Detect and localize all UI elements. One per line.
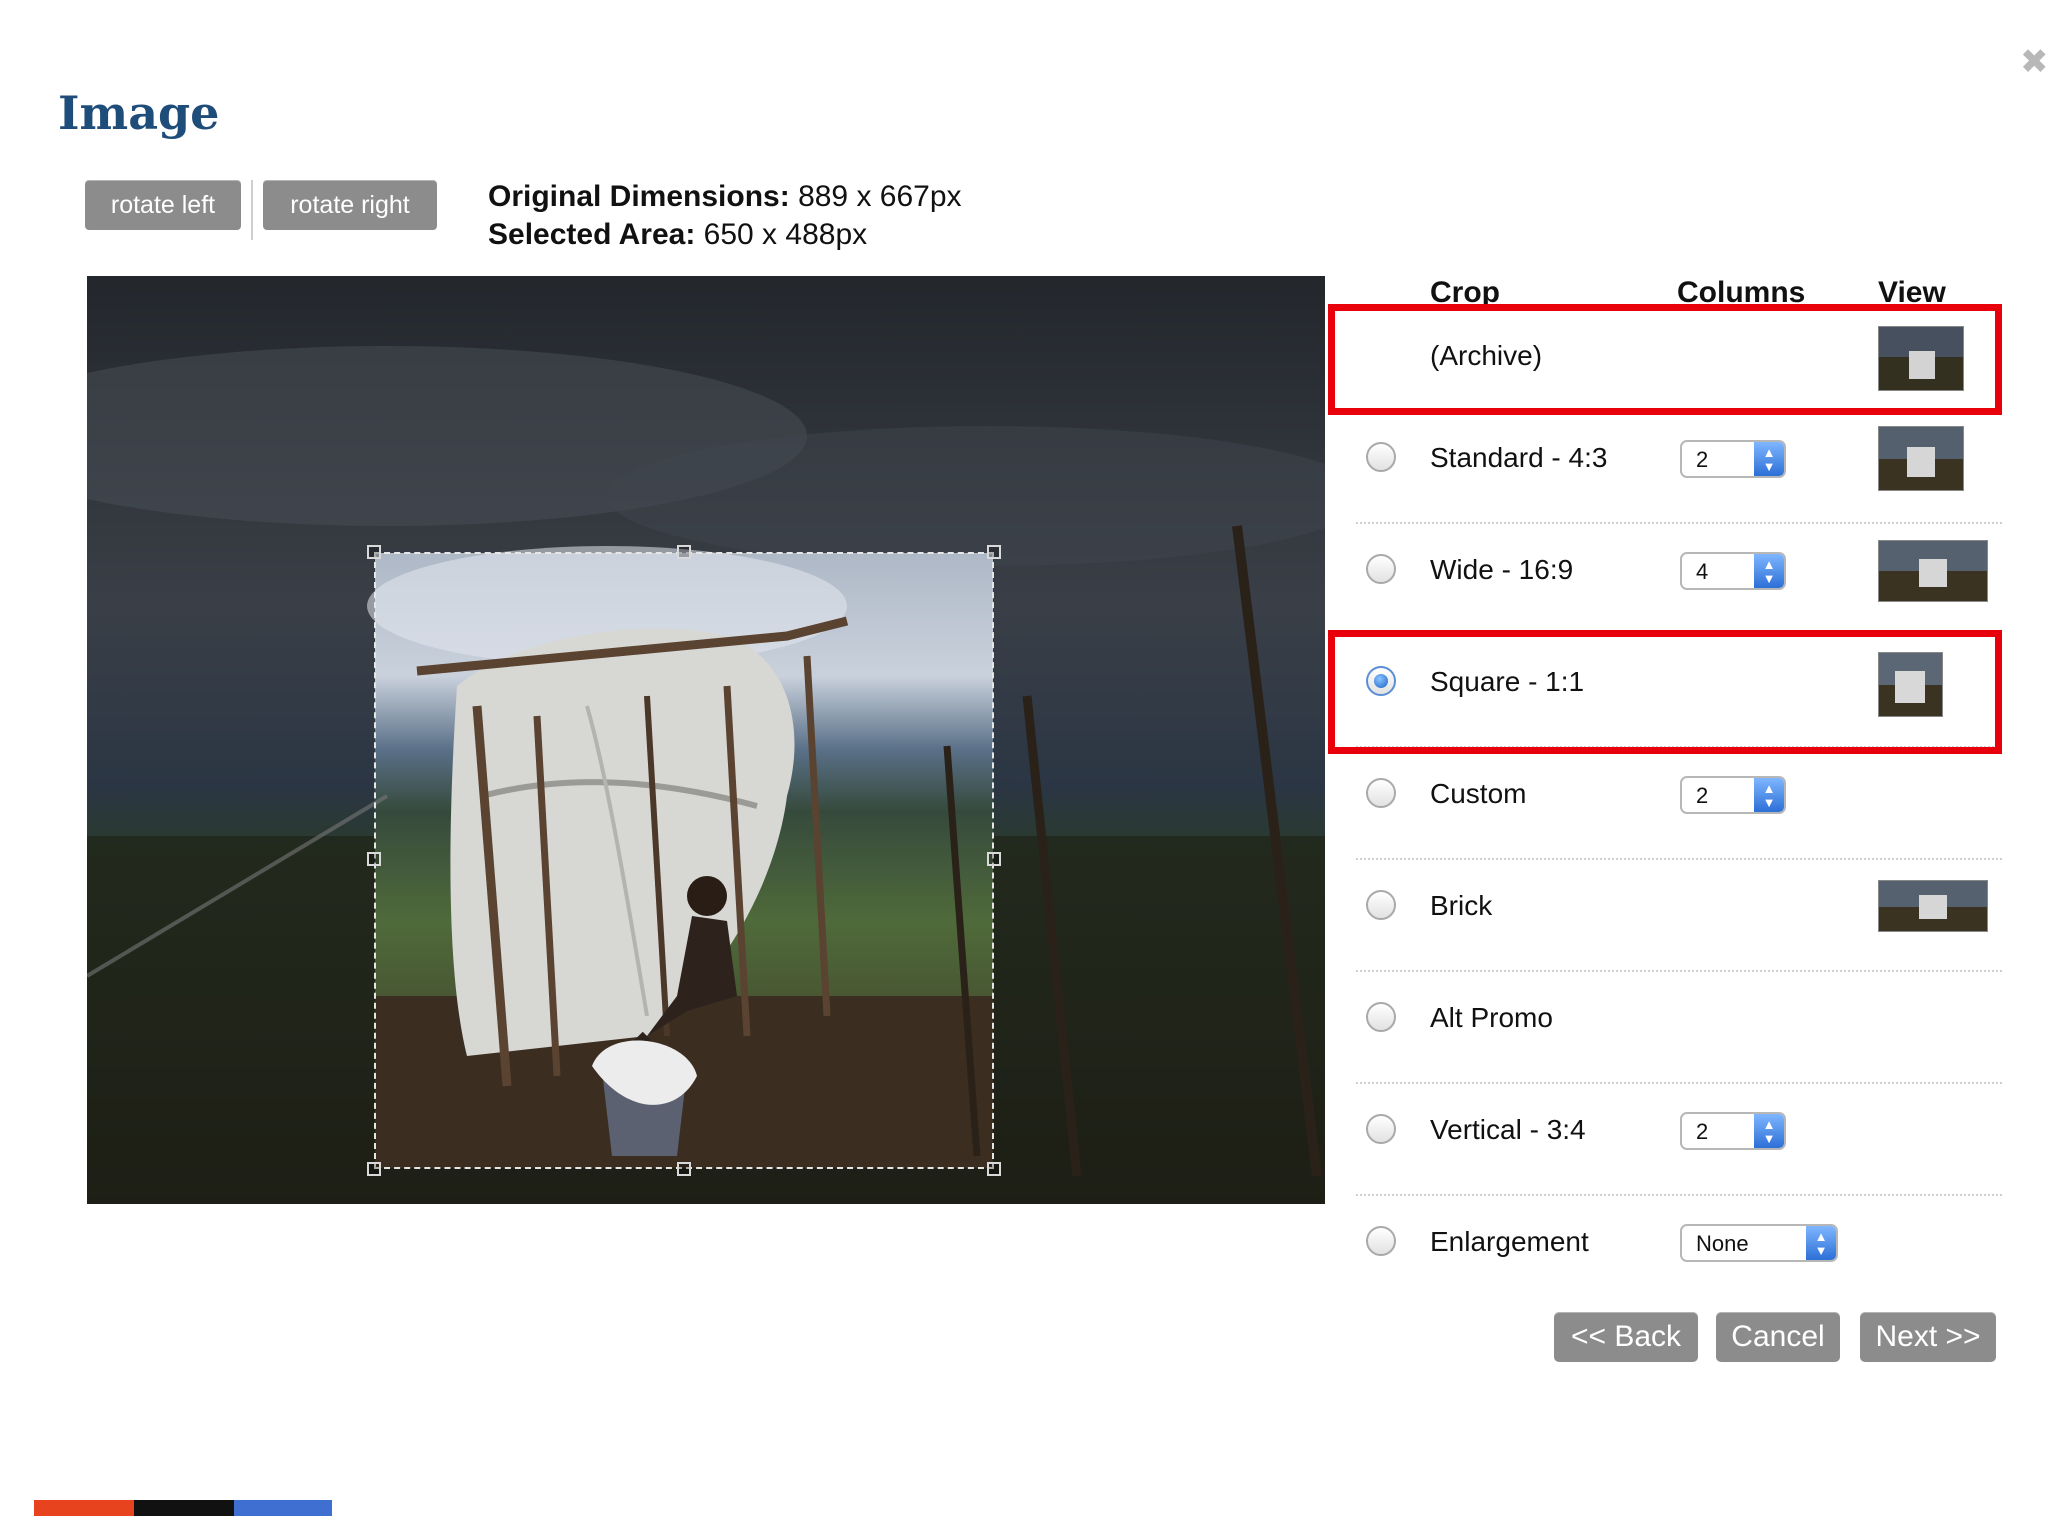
enlargement-select-value: None	[1696, 1231, 1749, 1256]
crop-option-label: Enlargement	[1430, 1226, 1589, 1257]
columns-select[interactable]: 2 ▲ ▼	[1680, 1112, 1786, 1150]
columns-select[interactable]: 2 ▲ ▼	[1680, 776, 1786, 814]
crop-row-standard[interactable]: Standard - 4:3 2 ▲ ▼	[1356, 412, 2002, 524]
square-highlight-box	[1328, 630, 2002, 754]
radio-button[interactable]	[1366, 442, 1396, 472]
crop-option-label: Brick	[1430, 890, 1493, 921]
original-dimensions-value: 889 x 667px	[798, 180, 962, 213]
footer-strip-blue	[234, 1500, 332, 1516]
crop-option-label: Vertical - 3:4	[1430, 1114, 1586, 1145]
selected-area-label: Selected Area:	[488, 218, 696, 251]
cancel-button[interactable]: Cancel	[1716, 1312, 1840, 1362]
crop-row-brick[interactable]: Brick	[1356, 860, 2002, 972]
select-arrows-icon: ▲ ▼	[1754, 778, 1784, 812]
thumbnail-view[interactable]	[1878, 426, 1964, 491]
select-arrows-icon: ▲ ▼	[1806, 1226, 1836, 1260]
columns-select[interactable]: 2 ▲ ▼	[1680, 440, 1786, 478]
crop-handle-bottom-left[interactable]	[367, 1162, 381, 1176]
select-arrows-icon: ▲ ▼	[1754, 442, 1784, 476]
back-button[interactable]: << Back	[1554, 1312, 1698, 1362]
crop-option-label: Standard - 4:3	[1430, 442, 1608, 473]
original-dimensions-label: Original Dimensions:	[488, 180, 790, 213]
columns-select-value: 4	[1696, 559, 1709, 584]
thumbnail-view[interactable]	[1878, 880, 1988, 932]
dialog-title: Image	[58, 86, 220, 140]
crop-selection-box[interactable]	[374, 552, 994, 1169]
footer-strip-black	[134, 1500, 234, 1516]
radio-button[interactable]	[1366, 1002, 1396, 1032]
crop-image-canvas[interactable]	[87, 276, 1325, 1204]
thumbnail-view[interactable]	[1878, 540, 1988, 602]
rotate-left-button[interactable]: rotate left	[85, 180, 241, 230]
dimensions-info: Original Dimensions: 889 x 667px Selecte…	[488, 178, 962, 254]
archive-highlight-box	[1328, 304, 2002, 415]
select-arrows-icon: ▲ ▼	[1754, 554, 1784, 588]
crop-handle-bottom-right[interactable]	[987, 1162, 1001, 1176]
crop-row-alt-promo[interactable]: Alt Promo	[1356, 972, 2002, 1084]
crop-row-custom[interactable]: Custom 2 ▲ ▼	[1356, 748, 2002, 860]
original-dimensions: Original Dimensions: 889 x 667px	[488, 178, 962, 216]
crop-option-label: Wide - 16:9	[1430, 554, 1574, 585]
crop-option-label: Custom	[1430, 778, 1527, 809]
close-icon[interactable]: ✖	[2020, 42, 2048, 82]
columns-select-value: 2	[1696, 1119, 1709, 1144]
radio-button[interactable]	[1366, 1226, 1396, 1256]
crop-row-enlargement[interactable]: Enlargement None ▲ ▼	[1356, 1196, 2002, 1308]
selected-area: Selected Area: 650 x 488px	[488, 216, 962, 254]
rotate-right-button[interactable]: rotate right	[263, 180, 437, 230]
enlargement-select[interactable]: None ▲ ▼	[1680, 1224, 1838, 1262]
crop-handle-right[interactable]	[987, 852, 1001, 866]
select-arrows-icon: ▲ ▼	[1754, 1114, 1784, 1148]
crop-handle-top-right[interactable]	[987, 545, 1001, 559]
columns-select[interactable]: 4 ▲ ▼	[1680, 552, 1786, 590]
footer-strip-red	[34, 1500, 134, 1516]
toolbar-divider	[251, 180, 253, 240]
crop-row-vertical[interactable]: Vertical - 3:4 2 ▲ ▼	[1356, 1084, 2002, 1196]
columns-select-value: 2	[1696, 783, 1709, 808]
radio-button[interactable]	[1366, 554, 1396, 584]
crop-handle-left[interactable]	[367, 852, 381, 866]
columns-select-value: 2	[1696, 447, 1709, 472]
next-button[interactable]: Next >>	[1860, 1312, 1996, 1362]
crop-row-wide[interactable]: Wide - 16:9 4 ▲ ▼	[1356, 524, 2002, 636]
crop-handle-top[interactable]	[677, 545, 691, 559]
radio-button[interactable]	[1366, 778, 1396, 808]
selected-area-value: 650 x 488px	[703, 218, 868, 251]
radio-button[interactable]	[1366, 890, 1396, 920]
radio-button[interactable]	[1366, 1114, 1396, 1144]
crop-handle-bottom[interactable]	[677, 1162, 691, 1176]
crop-option-label: Alt Promo	[1430, 1002, 1553, 1033]
crop-handle-top-left[interactable]	[367, 545, 381, 559]
